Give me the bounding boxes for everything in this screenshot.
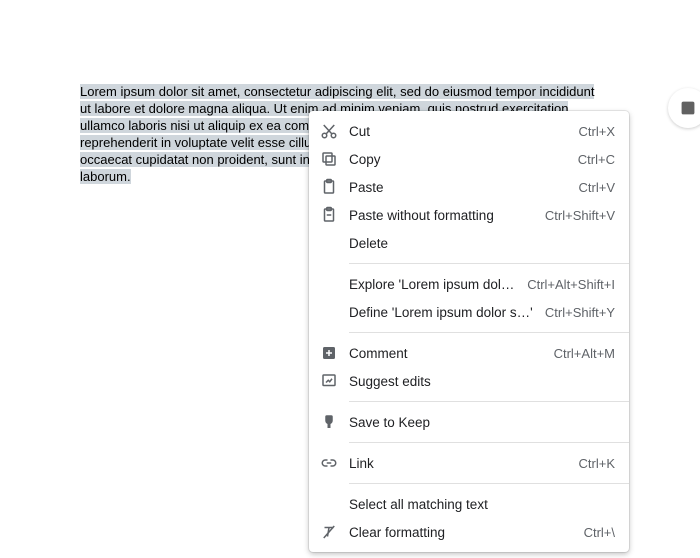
menu-shortcut: Ctrl+Shift+V — [545, 208, 615, 223]
menu-shortcut: Ctrl+C — [578, 152, 615, 167]
menu-label: Paste — [349, 180, 567, 195]
menu-label: Comment — [349, 346, 542, 361]
side-button-icon — [677, 97, 699, 119]
menu-item-define[interactable]: Define 'Lorem ipsum dolor s…' Ctrl+Shift… — [309, 298, 629, 326]
empty-icon — [319, 494, 339, 514]
menu-label: Suggest edits — [349, 374, 603, 389]
side-button[interactable] — [668, 88, 700, 128]
menu-label: Delete — [349, 236, 603, 251]
paste-no-format-icon — [319, 205, 339, 225]
menu-item-link[interactable]: Link Ctrl+K — [309, 449, 629, 477]
menu-item-paste[interactable]: Paste Ctrl+V — [309, 173, 629, 201]
menu-separator — [349, 263, 629, 264]
menu-item-comment[interactable]: Comment Ctrl+Alt+M — [309, 339, 629, 367]
comment-icon — [319, 343, 339, 363]
menu-label: Link — [349, 456, 567, 471]
link-icon — [319, 453, 339, 473]
menu-shortcut: Ctrl+K — [579, 456, 615, 471]
cut-icon — [319, 121, 339, 141]
menu-label: Clear formatting — [349, 525, 572, 540]
menu-shortcut: Ctrl+Alt+M — [554, 346, 615, 361]
menu-item-suggest-edits[interactable]: Suggest edits — [309, 367, 629, 395]
menu-label: Copy — [349, 152, 566, 167]
menu-shortcut: Ctrl+\ — [584, 525, 615, 540]
menu-separator — [349, 483, 629, 484]
menu-item-delete[interactable]: Delete — [309, 229, 629, 257]
menu-label: Save to Keep — [349, 415, 603, 430]
menu-item-save-to-keep[interactable]: Save to Keep — [309, 408, 629, 436]
menu-separator — [349, 332, 629, 333]
menu-label: Paste without formatting — [349, 208, 533, 223]
menu-separator — [349, 401, 629, 402]
clear-formatting-icon — [319, 522, 339, 542]
menu-label: Select all matching text — [349, 497, 603, 512]
menu-item-copy[interactable]: Copy Ctrl+C — [309, 145, 629, 173]
menu-shortcut: Ctrl+V — [579, 180, 615, 195]
menu-shortcut: Ctrl+Alt+Shift+I — [527, 277, 615, 292]
menu-shortcut: Ctrl+X — [579, 124, 615, 139]
paste-icon — [319, 177, 339, 197]
copy-icon — [319, 149, 339, 169]
menu-item-paste-no-format[interactable]: Paste without formatting Ctrl+Shift+V — [309, 201, 629, 229]
menu-label: Define 'Lorem ipsum dolor s…' — [349, 305, 533, 320]
menu-item-cut[interactable]: Cut Ctrl+X — [309, 117, 629, 145]
context-menu: Cut Ctrl+X Copy Ctrl+C Paste Ctrl+V — [309, 111, 629, 552]
keep-icon — [319, 412, 339, 432]
menu-item-clear-formatting[interactable]: Clear formatting Ctrl+\ — [309, 518, 629, 546]
empty-icon — [319, 233, 339, 253]
empty-icon — [319, 274, 339, 294]
menu-item-explore[interactable]: Explore 'Lorem ipsum dolor s…' Ctrl+Alt+… — [309, 270, 629, 298]
empty-icon — [319, 302, 339, 322]
menu-separator — [349, 442, 629, 443]
menu-item-select-matching[interactable]: Select all matching text — [309, 490, 629, 518]
menu-shortcut: Ctrl+Shift+Y — [545, 305, 615, 320]
menu-label: Explore 'Lorem ipsum dolor s…' — [349, 277, 515, 292]
menu-label: Cut — [349, 124, 567, 139]
suggest-edits-icon — [319, 371, 339, 391]
